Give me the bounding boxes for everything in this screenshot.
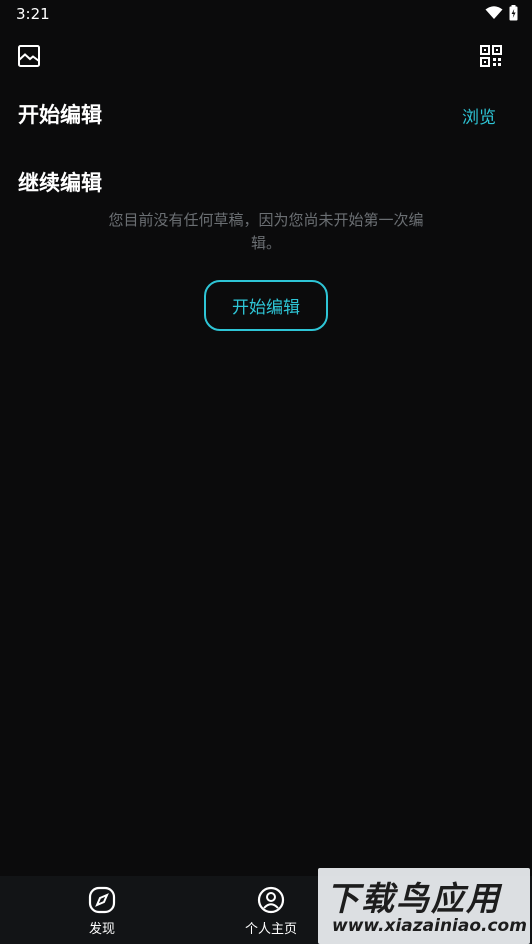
gallery-button[interactable] [15, 42, 43, 70]
watermark-logo: 下载鸟应用 www.xiazainiao.com [318, 868, 530, 944]
status-time: 3:21 [16, 5, 50, 23]
start-editing-title: 开始编辑 [18, 103, 102, 127]
qr-scan-button[interactable] [477, 42, 505, 70]
start-editing-button[interactable]: 开始编辑 [204, 280, 328, 331]
nav-item-discover[interactable]: 发现 [57, 886, 147, 937]
nav-label-discover: 发现 [88, 922, 115, 937]
nav-label-profile: 个人主页 [244, 922, 297, 937]
wifi-icon [485, 6, 503, 19]
qr-code-icon [480, 45, 502, 67]
nav-item-profile[interactable]: 个人主页 [226, 886, 316, 937]
watermark-url-text: www.xiazainiao.com [332, 916, 527, 936]
compass-icon [88, 886, 116, 914]
continue-editing-title: 继续编辑 [18, 171, 102, 195]
profile-icon [257, 886, 285, 914]
watermark-main-text: 下载鸟应用 [326, 879, 501, 918]
empty-drafts-message: 您目前没有任何草稿，因为您尚未开始第一次编辑。 [108, 211, 424, 252]
status-icons [485, 5, 518, 21]
battery-icon [509, 5, 518, 21]
browse-link[interactable]: 浏览 [462, 103, 496, 128]
status-bar: 3:21 [0, 0, 532, 28]
image-icon [18, 45, 40, 67]
